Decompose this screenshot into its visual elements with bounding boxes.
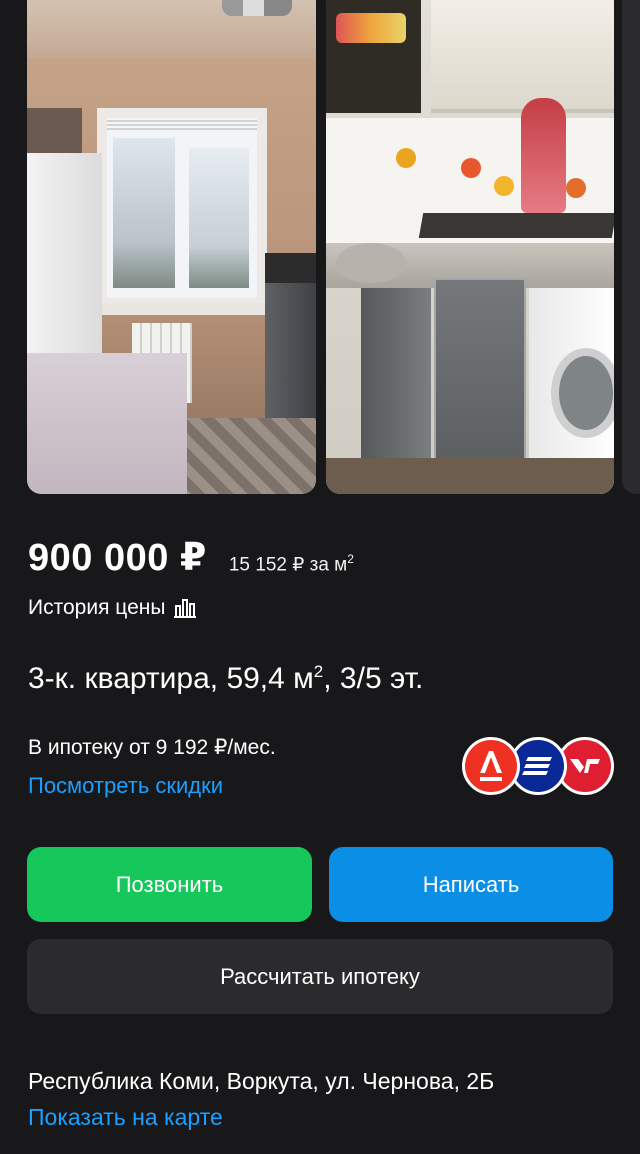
mortgage-offer: В ипотеку от 9 192 ₽/мес. [28, 736, 276, 759]
bar-chart-icon [174, 599, 197, 618]
partner-banks[interactable] [462, 737, 614, 795]
call-button[interactable]: Позвонить [27, 847, 312, 922]
listing-page: 900 000 ₽ 15 152 ₽ за м2 История цены 3-… [0, 0, 640, 1154]
show-on-map-link[interactable]: Показать на карте [28, 1104, 223, 1131]
price-history-label: История цены [28, 596, 166, 619]
listing-title: 3-к. квартира, 59,4 м2, 3/5 эт. [28, 662, 424, 695]
calculate-mortgage-button[interactable]: Рассчитать ипотеку [27, 939, 613, 1014]
photo-gallery[interactable] [0, 0, 640, 496]
price-row: 900 000 ₽ 15 152 ₽ за м2 [28, 535, 354, 580]
gallery-photo-next[interactable] [622, 0, 640, 494]
address: Республика Коми, Воркута, ул. Чернова, 2… [28, 1068, 495, 1094]
price-history-link[interactable]: История цены [28, 596, 197, 620]
price: 900 000 ₽ [28, 537, 207, 579]
gallery-photo-kitchen-counter[interactable] [326, 0, 614, 494]
write-message-button[interactable]: Написать [329, 847, 613, 922]
view-discounts-link[interactable]: Посмотреть скидки [28, 773, 223, 799]
alfa-bank-logo [462, 737, 520, 795]
gallery-photo-kitchen-window[interactable] [27, 0, 316, 494]
price-per-sqm: 15 152 ₽ за м2 [228, 551, 354, 575]
